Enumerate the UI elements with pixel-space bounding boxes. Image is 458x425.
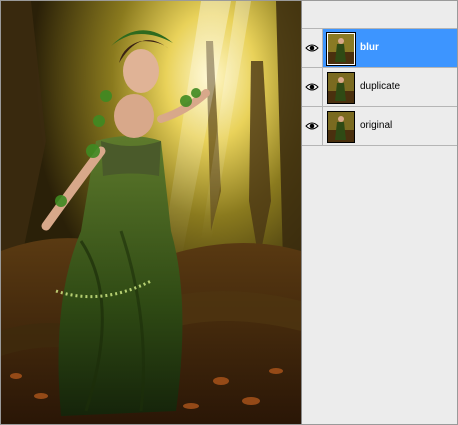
layer-thumbnail xyxy=(327,72,355,104)
eye-icon xyxy=(305,122,319,130)
layers-panel: blur duplicate original xyxy=(302,1,457,424)
eye-icon xyxy=(305,44,319,52)
visibility-toggle[interactable] xyxy=(302,107,323,145)
artwork-image xyxy=(1,1,301,424)
layer-row-duplicate[interactable]: duplicate xyxy=(302,68,457,107)
app-window: blur duplicate original xyxy=(0,0,458,425)
layer-thumbnail xyxy=(326,32,356,66)
layer-row-blur[interactable]: blur xyxy=(302,29,457,68)
eye-icon xyxy=(305,83,319,91)
visibility-toggle[interactable] xyxy=(302,68,323,106)
document-canvas[interactable] xyxy=(1,1,302,424)
layer-name: original xyxy=(360,120,393,131)
layer-name: blur xyxy=(360,42,379,53)
layers-panel-header xyxy=(302,1,457,29)
layer-name: duplicate xyxy=(360,81,401,92)
layer-row-original[interactable]: original xyxy=(302,107,457,146)
visibility-toggle[interactable] xyxy=(302,29,323,67)
layer-thumbnail xyxy=(327,111,355,143)
